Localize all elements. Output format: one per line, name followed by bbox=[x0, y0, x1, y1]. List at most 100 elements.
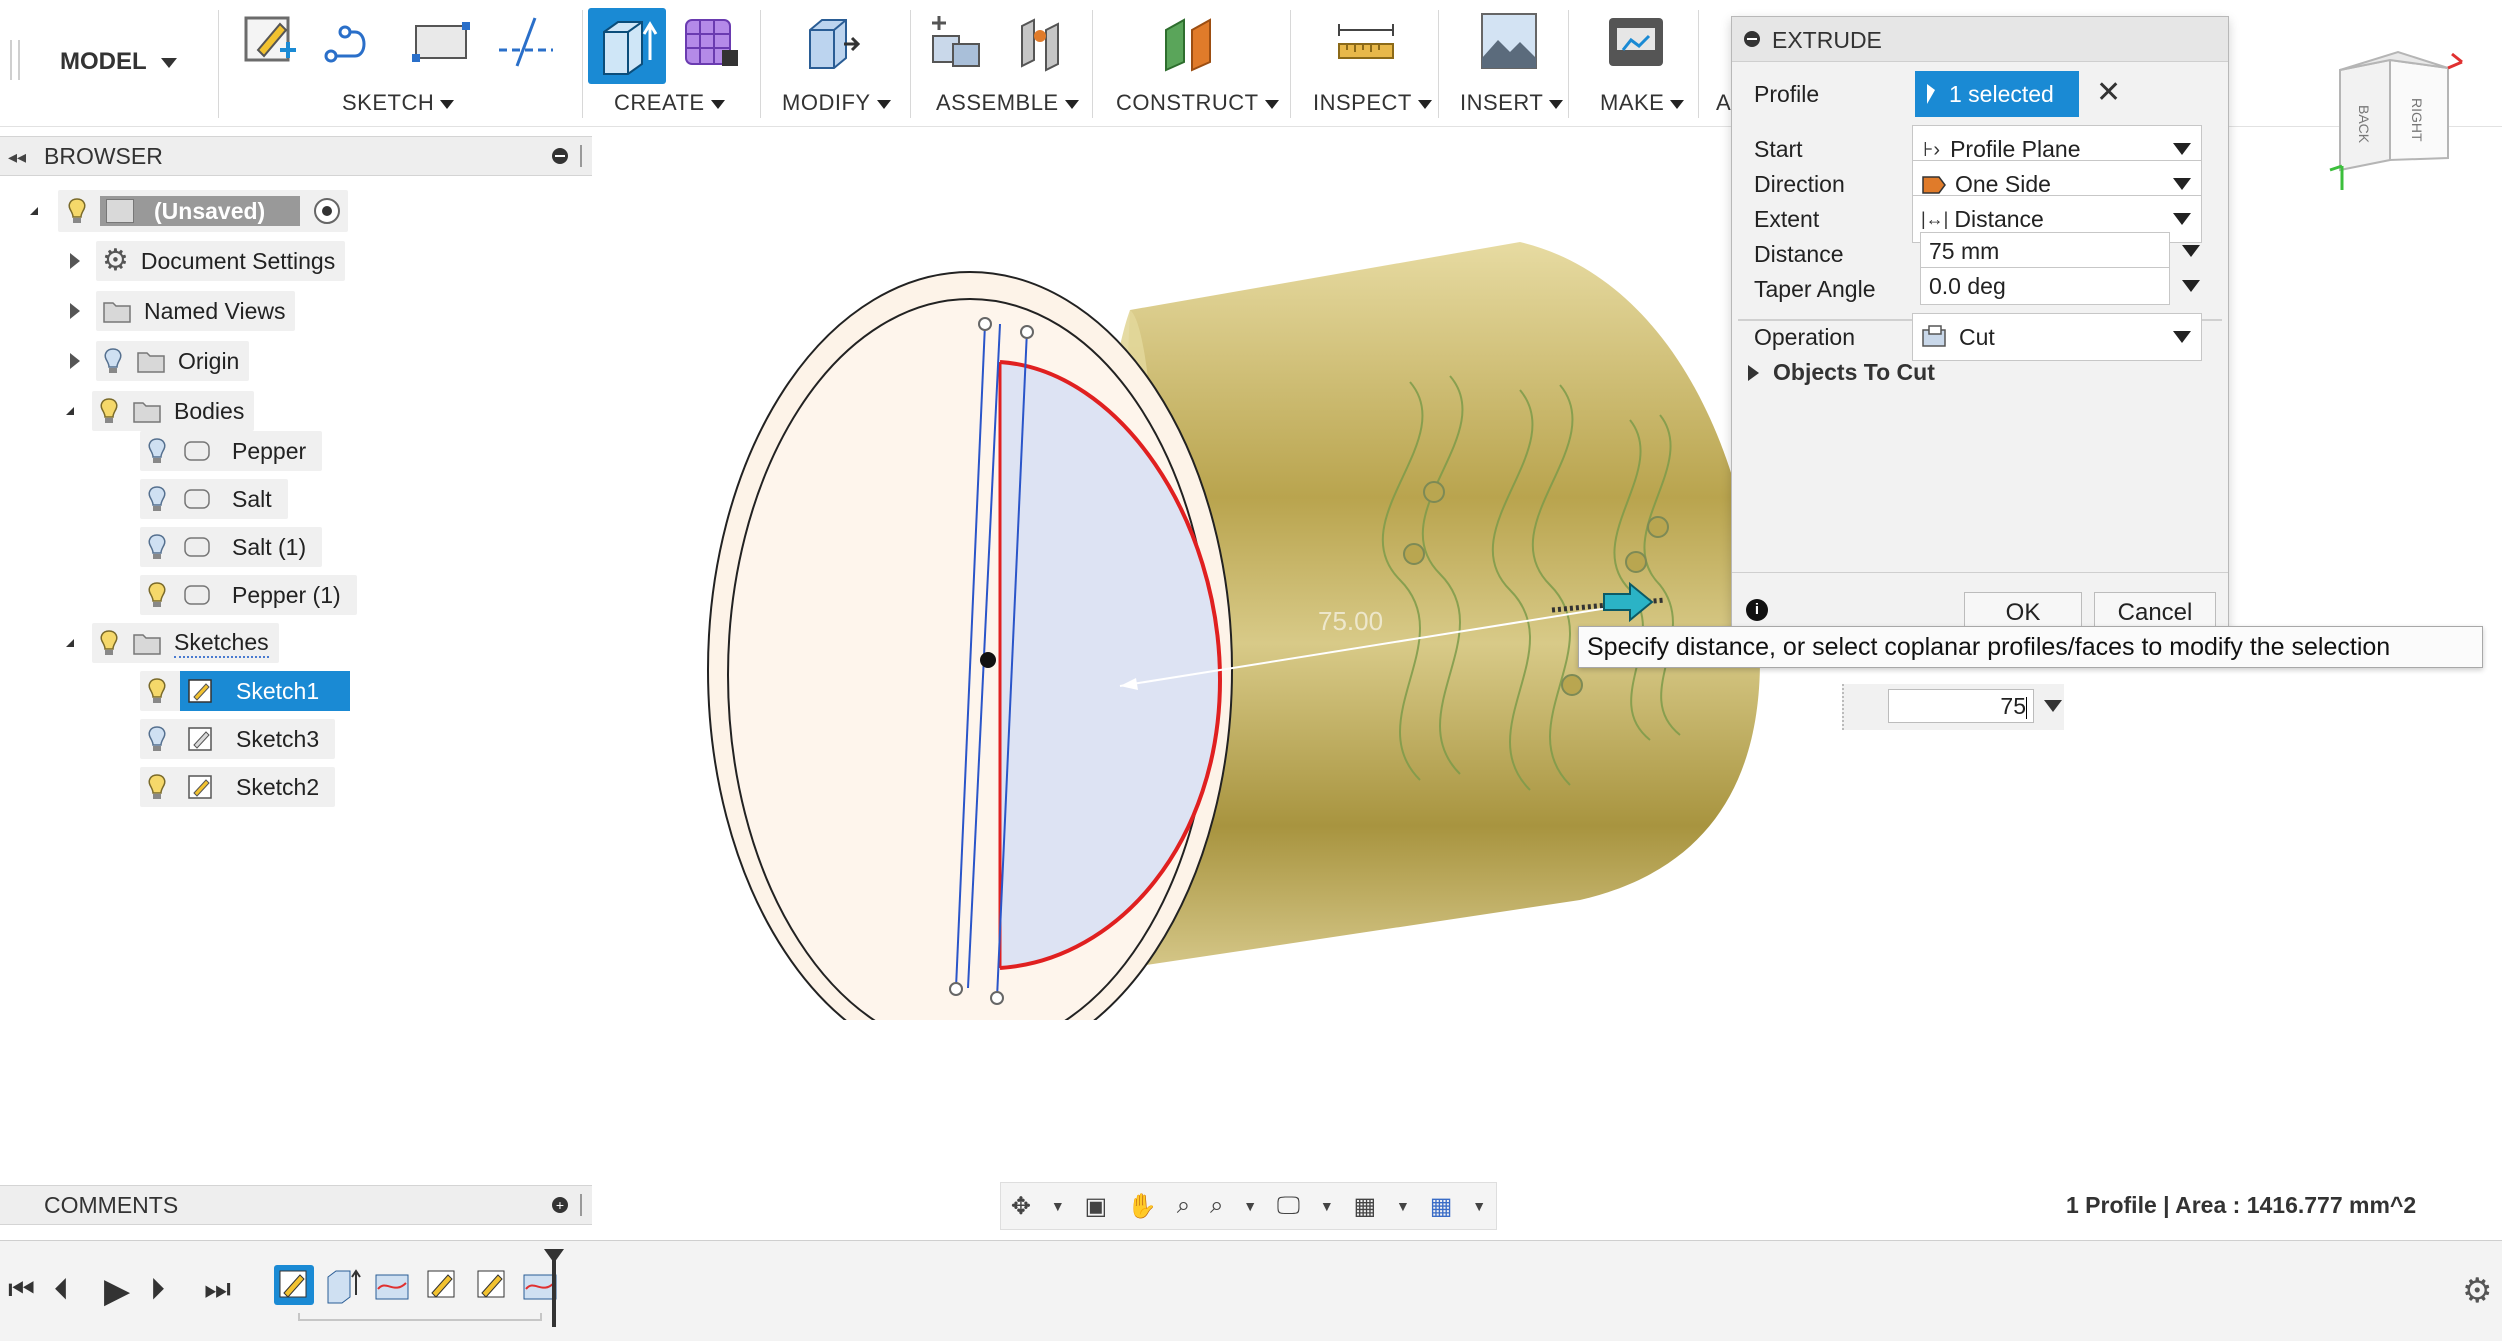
expand-arrow-icon[interactable] bbox=[70, 303, 80, 319]
pan-icon[interactable]: ✋ bbox=[1127, 1192, 1157, 1221]
timeline-feature-sketch[interactable] bbox=[422, 1265, 462, 1305]
display-settings-icon[interactable]: 🖵 bbox=[1277, 1192, 1300, 1220]
browser-item-body[interactable]: Pepper (1) bbox=[140, 575, 357, 615]
info-icon[interactable]: i bbox=[1746, 599, 1768, 621]
browser-item-sketch[interactable]: Sketch2 bbox=[140, 767, 336, 807]
browser-item-origin[interactable]: Origin bbox=[70, 341, 250, 381]
lightbulb-icon[interactable] bbox=[98, 397, 120, 425]
viewports-icon[interactable]: ▦ bbox=[1430, 1192, 1453, 1221]
make-menu[interactable]: MAKE bbox=[1600, 90, 1685, 116]
taper-angle-input[interactable]: 0.0 deg bbox=[1920, 267, 2170, 305]
rectangle-icon[interactable] bbox=[410, 10, 472, 72]
chevron-down-icon[interactable]: ▼ bbox=[1051, 1198, 1065, 1214]
chevron-down-icon[interactable] bbox=[2182, 280, 2200, 292]
dialog-titlebar[interactable]: EXTRUDE bbox=[1732, 17, 2228, 62]
press-pull-icon[interactable] bbox=[800, 10, 862, 72]
play-icon[interactable]: ▶ bbox=[104, 1271, 130, 1311]
grid-icon[interactable]: ▦ bbox=[1354, 1192, 1377, 1221]
create-sketch-icon[interactable] bbox=[240, 10, 302, 72]
line-icon[interactable] bbox=[323, 10, 385, 72]
chevron-down-icon[interactable]: ▼ bbox=[1320, 1198, 1334, 1214]
measure-icon[interactable] bbox=[1335, 10, 1397, 72]
chevron-down-icon[interactable]: ▼ bbox=[1472, 1198, 1486, 1214]
profile-selection-button[interactable]: 1 selected bbox=[1915, 71, 2079, 117]
form-icon[interactable] bbox=[682, 10, 744, 72]
timeline-feature-sketch[interactable] bbox=[472, 1265, 512, 1305]
chevron-down-icon[interactable] bbox=[2044, 700, 2062, 712]
lightbulb-icon[interactable] bbox=[66, 197, 88, 225]
zoom-window-icon[interactable]: ⌕ bbox=[1210, 1192, 1223, 1220]
browser-item-body[interactable]: Pepper bbox=[140, 431, 323, 471]
browser-item-document-settings[interactable]: ⚙ Document Settings bbox=[70, 241, 346, 281]
inspect-menu[interactable]: INSPECT bbox=[1313, 90, 1432, 116]
browser-item-sketch[interactable]: Sketch3 bbox=[140, 719, 336, 759]
collapse-panel-icon[interactable]: ◂◂ bbox=[8, 147, 26, 168]
assemble-menu[interactable]: ASSEMBLE bbox=[936, 90, 1079, 116]
timeline-feature-sketch[interactable] bbox=[274, 1265, 314, 1305]
offset-plane-icon[interactable] bbox=[1160, 10, 1222, 72]
go-to-start-icon[interactable]: ⏮ bbox=[8, 1273, 35, 1307]
create-menu[interactable]: CREATE bbox=[614, 90, 725, 116]
look-at-icon[interactable]: ▣ bbox=[1085, 1192, 1108, 1221]
chevron-down-icon[interactable]: ▼ bbox=[1243, 1198, 1257, 1214]
comments-panel-header[interactable]: COMMENTS + bbox=[0, 1185, 592, 1225]
minimize-icon[interactable] bbox=[552, 148, 568, 164]
joint-icon[interactable] bbox=[1012, 10, 1074, 72]
construction-line-icon[interactable] bbox=[495, 10, 557, 72]
lightbulb-icon[interactable] bbox=[146, 677, 168, 705]
zoom-icon[interactable]: ⌕ bbox=[1177, 1192, 1190, 1220]
timeline-feature-extrude[interactable] bbox=[322, 1265, 362, 1305]
browser-item-named-views[interactable]: Named Views bbox=[70, 291, 296, 331]
extrude-button[interactable] bbox=[588, 8, 666, 84]
sketch-menu[interactable]: SKETCH bbox=[342, 90, 455, 116]
construct-menu[interactable]: CONSTRUCT bbox=[1116, 90, 1279, 116]
lightbulb-off-icon[interactable] bbox=[146, 725, 168, 753]
expand-arrow-icon[interactable] bbox=[70, 353, 80, 369]
browser-item-sketches[interactable]: Sketches bbox=[66, 623, 279, 663]
objects-to-cut-toggle[interactable]: Objects To Cut bbox=[1748, 359, 1935, 386]
collapse-arrow-icon[interactable] bbox=[66, 639, 74, 647]
lightbulb-off-icon[interactable] bbox=[102, 347, 124, 375]
distance-input[interactable]: 75 mm bbox=[1920, 232, 2170, 270]
expand-arrow-icon[interactable] bbox=[70, 253, 80, 269]
lightbulb-icon[interactable] bbox=[146, 581, 168, 609]
browser-item-body[interactable]: Salt bbox=[140, 479, 288, 519]
browser-root-node[interactable]: (Unsaved) bbox=[30, 190, 348, 232]
browser-item-sketch-selected[interactable]: Sketch1 bbox=[140, 671, 350, 711]
step-forward-icon[interactable]: ⏵ bbox=[150, 1273, 165, 1307]
step-back-icon[interactable]: ⏴ bbox=[54, 1273, 69, 1307]
lightbulb-off-icon[interactable] bbox=[146, 533, 168, 561]
lightbulb-off-icon[interactable] bbox=[146, 485, 168, 513]
insert-image-icon[interactable] bbox=[1478, 10, 1540, 72]
add-comment-icon[interactable]: + bbox=[552, 1197, 568, 1213]
go-to-end-icon[interactable]: ⏭ bbox=[204, 1273, 231, 1307]
modify-menu[interactable]: MODIFY bbox=[782, 90, 891, 116]
new-component-icon[interactable] bbox=[925, 10, 987, 72]
panel-grip[interactable] bbox=[580, 145, 586, 167]
dialog-collapse-icon[interactable] bbox=[1744, 31, 1760, 47]
lightbulb-icon[interactable] bbox=[98, 629, 120, 657]
panel-grip[interactable] bbox=[580, 1194, 586, 1216]
collapse-arrow-icon[interactable] bbox=[66, 407, 74, 415]
browser-item-body[interactable]: Salt (1) bbox=[140, 527, 323, 567]
workspace-switcher[interactable]: MODEL bbox=[60, 48, 177, 76]
timeline-settings-icon[interactable]: ⚙ bbox=[2462, 1271, 2492, 1311]
orbit-icon[interactable]: ✥ bbox=[1011, 1192, 1031, 1221]
chevron-down-icon[interactable]: ▼ bbox=[1396, 1198, 1410, 1214]
activate-radio-icon[interactable] bbox=[314, 198, 340, 224]
collapse-arrow-icon[interactable] bbox=[30, 207, 38, 215]
browser-item-bodies[interactable]: Bodies bbox=[66, 391, 255, 431]
insert-menu[interactable]: INSERT bbox=[1460, 90, 1564, 116]
timeline-feature-emboss[interactable] bbox=[372, 1265, 412, 1305]
lightbulb-off-icon[interactable] bbox=[146, 437, 168, 465]
timeline-marker[interactable] bbox=[544, 1249, 564, 1329]
operation-dropdown[interactable]: Cut bbox=[1912, 313, 2202, 361]
lightbulb-icon[interactable] bbox=[146, 773, 168, 801]
addins-menu[interactable]: A bbox=[1716, 90, 1731, 116]
distance-value-input[interactable]: 75 bbox=[1888, 689, 2034, 723]
view-cube[interactable]: BACK RIGHT bbox=[2320, 40, 2470, 190]
toolbar-grip[interactable] bbox=[10, 40, 20, 80]
clear-selection-icon[interactable]: ✕ bbox=[2096, 75, 2121, 110]
chevron-down-icon[interactable] bbox=[2182, 245, 2200, 257]
3d-print-icon[interactable] bbox=[1605, 10, 1667, 72]
